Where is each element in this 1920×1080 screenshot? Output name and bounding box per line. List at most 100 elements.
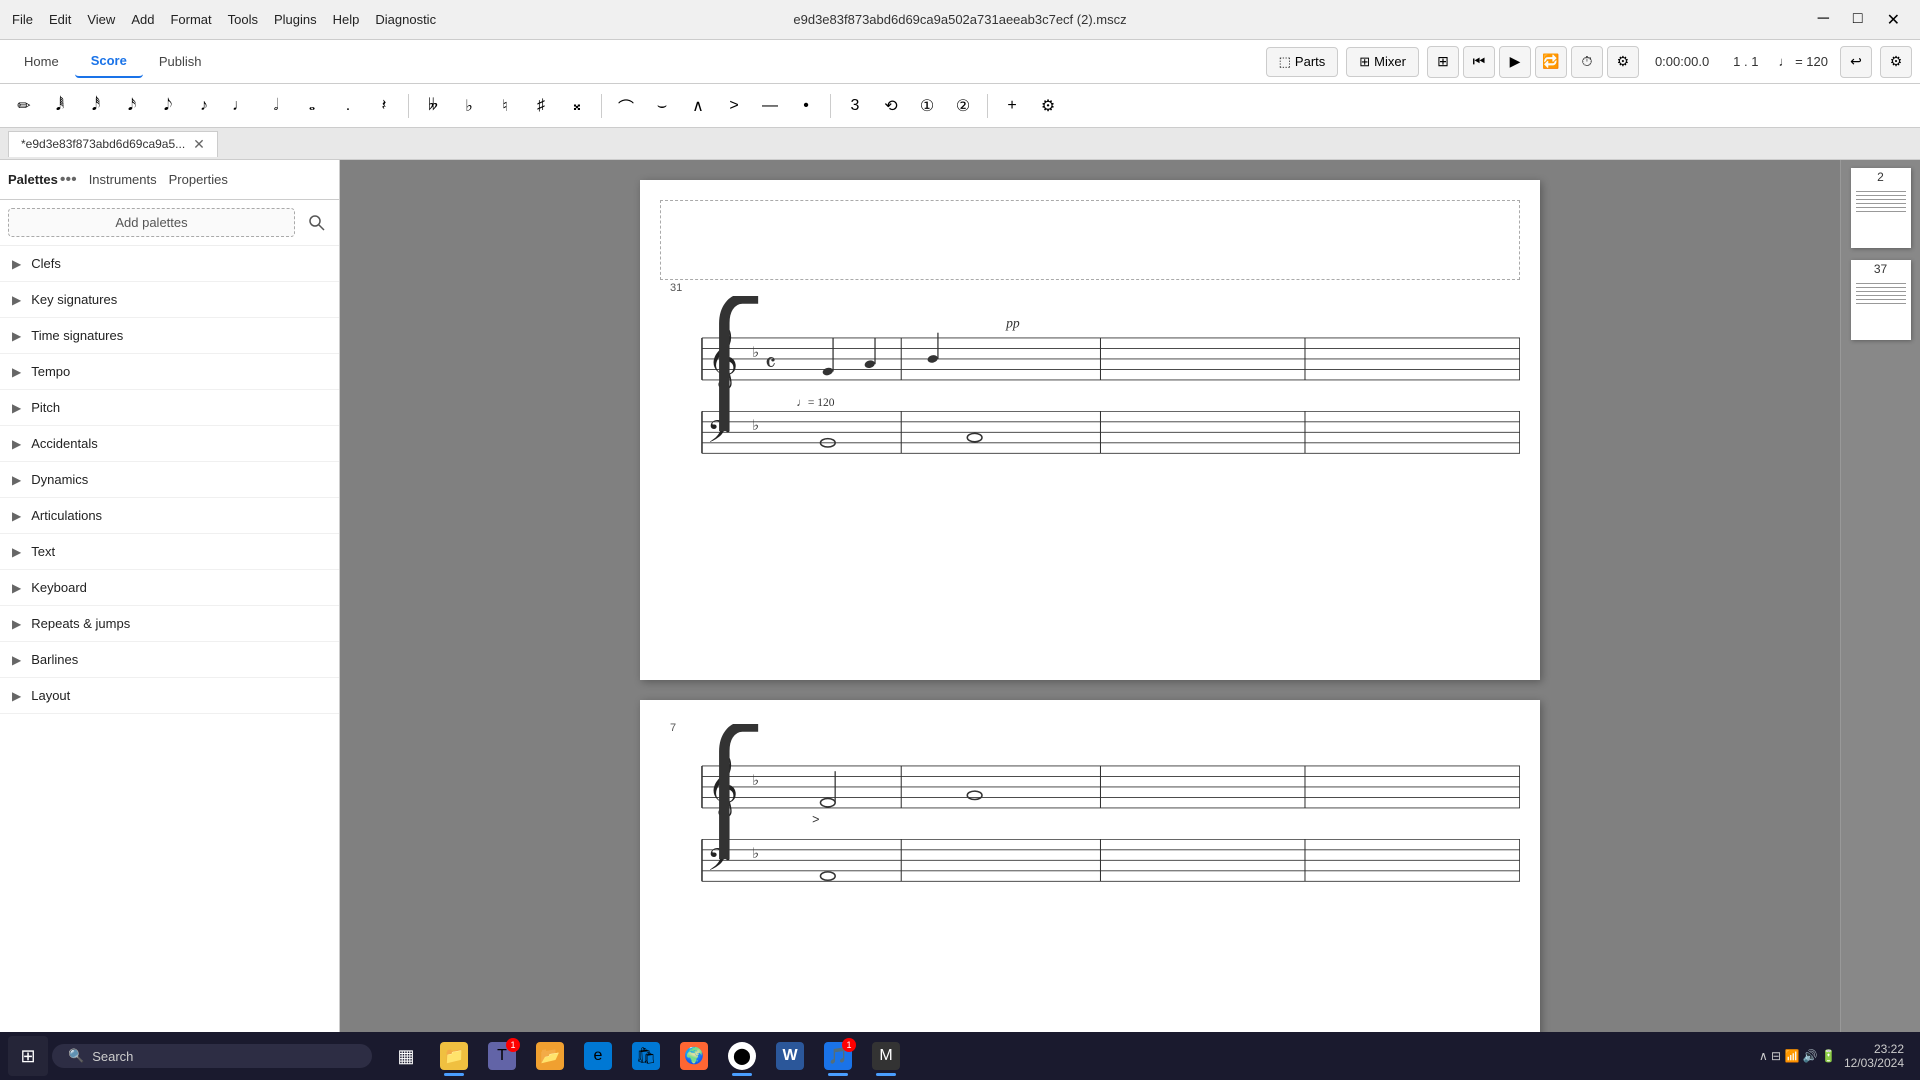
accent[interactable]: >	[718, 90, 750, 122]
tab-home[interactable]: Home	[8, 46, 75, 77]
palette-item-time-signatures[interactable]: ▶ Time signatures	[0, 318, 339, 354]
taskbar-file-explorer[interactable]: 📁	[432, 1034, 476, 1078]
tab-score[interactable]: Score	[75, 45, 143, 78]
close-button[interactable]: ✕	[1879, 8, 1908, 32]
palette-item-layout[interactable]: ▶ Layout	[0, 678, 339, 714]
palettes-more[interactable]: •••	[60, 171, 77, 189]
marcato[interactable]: ∧	[682, 90, 714, 122]
customize-button[interactable]: ⚙	[1880, 46, 1912, 78]
properties-tab[interactable]: Properties	[169, 172, 228, 187]
taskbar-chrome[interactable]: ⬤	[720, 1034, 764, 1078]
start-button[interactable]: ⊞	[8, 1036, 48, 1076]
natural[interactable]: ♮	[489, 90, 521, 122]
menu-edit[interactable]: Edit	[49, 12, 71, 27]
palette-item-key-signatures[interactable]: ▶ Key signatures	[0, 282, 339, 318]
menu-diagnostic[interactable]: Diagnostic	[375, 12, 436, 27]
palette-item-text[interactable]: ▶ Text	[0, 534, 339, 570]
instruments-tab[interactable]: Instruments	[89, 172, 157, 187]
voice1[interactable]: ①	[911, 90, 943, 122]
parts-button[interactable]: ⬚ Parts	[1266, 47, 1339, 77]
note-quarter[interactable]: ♩	[224, 90, 256, 122]
palette-header: Add palettes	[0, 200, 339, 246]
rest-tool[interactable]: 𝄽	[368, 90, 400, 122]
tie[interactable]: ⌒	[610, 90, 642, 122]
taskbar-browser[interactable]: 🌍	[672, 1034, 716, 1078]
double-flat[interactable]: 𝄫	[417, 90, 449, 122]
palette-item-clefs[interactable]: ▶ Clefs	[0, 246, 339, 282]
flip[interactable]: ⟲	[875, 90, 907, 122]
loop-button[interactable]: 🔁	[1535, 46, 1567, 78]
palette-item-accidentals[interactable]: ▶ Accidentals	[0, 426, 339, 462]
play-button[interactable]: ▶	[1499, 46, 1531, 78]
taskbar-widgets[interactable]: ▦	[384, 1034, 428, 1078]
voice2[interactable]: ②	[947, 90, 979, 122]
key-signatures-label: Key signatures	[31, 292, 117, 307]
menu-plugins[interactable]: Plugins	[274, 12, 317, 27]
tab-publish[interactable]: Publish	[143, 46, 218, 77]
sharp[interactable]: ♯	[525, 90, 557, 122]
score-area[interactable]: 31 𝄞 pp	[340, 160, 1840, 1032]
palette-item-repeats[interactable]: ▶ Repeats & jumps	[0, 606, 339, 642]
palette-item-articulations[interactable]: ▶ Articulations	[0, 498, 339, 534]
word-icon: W	[776, 1042, 804, 1070]
palette-item-tempo[interactable]: ▶ Tempo	[0, 354, 339, 390]
teams-badge: 1	[506, 1038, 520, 1052]
palette-item-barlines[interactable]: ▶ Barlines	[0, 642, 339, 678]
clefs-arrow: ▶	[12, 257, 21, 271]
metronome-button[interactable]: ⏱	[1571, 46, 1603, 78]
menu-format[interactable]: Format	[170, 12, 211, 27]
rewind-button[interactable]: ⏮	[1463, 46, 1495, 78]
toolbar-divider-2	[601, 94, 602, 118]
add-palettes-button[interactable]: Add palettes	[8, 208, 295, 237]
tuplet[interactable]: 3	[839, 90, 871, 122]
maximize-button[interactable]: □	[1845, 8, 1871, 32]
staccato[interactable]: •	[790, 90, 822, 122]
note-64th[interactable]: 𝅘𝅥𝅰	[80, 90, 112, 122]
double-sharp[interactable]: 𝄪	[561, 90, 593, 122]
flat[interactable]: ♭	[453, 90, 485, 122]
page-thumb-37[interactable]: 37	[1851, 260, 1911, 340]
note-dot[interactable]: .	[332, 90, 364, 122]
palette-item-pitch[interactable]: ▶ Pitch	[0, 390, 339, 426]
menu-view[interactable]: View	[87, 12, 115, 27]
taskbar-folder[interactable]: 📂	[528, 1034, 572, 1078]
dynamics-arrow: ▶	[12, 473, 21, 487]
palettes-label[interactable]: Palettes	[8, 172, 58, 187]
doc-tab-close[interactable]: ✕	[193, 136, 205, 153]
document-tab[interactable]: *e9d3e83f873abd6d69ca9a5... ✕	[8, 131, 218, 157]
settings-button[interactable]: ⚙	[1607, 46, 1639, 78]
tenuto[interactable]: —	[754, 90, 786, 122]
store-icon: 🛍	[632, 1042, 660, 1070]
taskbar-teams[interactable]: T 1	[480, 1034, 524, 1078]
pencil-tool[interactable]: ✏	[8, 90, 40, 122]
taskbar-ms-store[interactable]: 🛍	[624, 1034, 668, 1078]
menu-tools[interactable]: Tools	[228, 12, 258, 27]
palette-search-button[interactable]	[303, 209, 331, 237]
note-32nd[interactable]: 𝅘𝅥𝅯	[116, 90, 148, 122]
grid-button[interactable]: ⊞	[1427, 46, 1459, 78]
note-16th[interactable]: 𝅘𝅥𝅮	[152, 90, 184, 122]
menu-help[interactable]: Help	[333, 12, 360, 27]
page-thumb-2[interactable]: 2	[1851, 168, 1911, 248]
settings-tool[interactable]: ⚙	[1032, 90, 1064, 122]
add-tool[interactable]: +	[996, 90, 1028, 122]
menu-add[interactable]: Add	[131, 12, 154, 27]
undo-button[interactable]: ↩	[1840, 46, 1872, 78]
taskbar-search[interactable]: 🔍 Search	[52, 1044, 372, 1068]
menu-file[interactable]: File	[12, 12, 33, 27]
slur[interactable]: ⌣	[646, 90, 678, 122]
taskbar-app2[interactable]: M	[864, 1034, 908, 1078]
note-8th[interactable]: ♪	[188, 90, 220, 122]
minimize-button[interactable]: ─	[1810, 8, 1837, 32]
note-128th[interactable]: 𝅘𝅥𝅱	[44, 90, 76, 122]
palette-item-keyboard[interactable]: ▶ Keyboard	[0, 570, 339, 606]
note-whole[interactable]: 𝅝	[296, 90, 328, 122]
taskbar-edge[interactable]: e	[576, 1034, 620, 1078]
note-half[interactable]: 𝅗𝅥	[260, 90, 292, 122]
taskbar-word[interactable]: W	[768, 1034, 812, 1078]
palette-item-dynamics[interactable]: ▶ Dynamics	[0, 462, 339, 498]
taskbar-musescore[interactable]: 🎵 1	[816, 1034, 860, 1078]
mixer-button[interactable]: ⊞ Mixer	[1346, 47, 1419, 77]
time-signatures-label: Time signatures	[31, 328, 123, 343]
mixer-icon: ⊞	[1359, 54, 1370, 70]
